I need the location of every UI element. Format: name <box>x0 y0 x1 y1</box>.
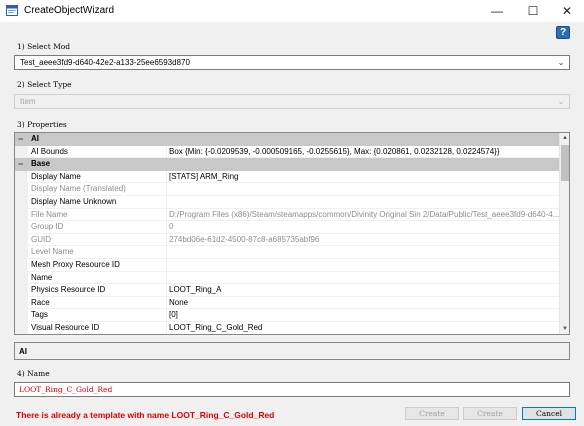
property-name: Display Name (Translated) <box>31 184 126 194</box>
property-value[interactable]: [STATS] ARM_Ring <box>166 170 560 183</box>
app-window-icon <box>6 5 18 16</box>
property-value[interactable] <box>166 195 560 208</box>
property-row[interactable]: Display Name [STATS] ARM_Ring <box>15 170 560 184</box>
property-value[interactable]: LOOT_Ring_A <box>166 284 560 296</box>
property-row-gutter <box>15 221 28 233</box>
property-row[interactable]: Tags [0] <box>15 309 560 322</box>
property-row[interactable]: Mesh Proxy Resource ID <box>15 258 560 272</box>
property-name: Race <box>31 297 50 307</box>
property-row[interactable]: Name <box>15 271 560 285</box>
property-row-gutter <box>15 208 28 221</box>
property-name: GUID <box>31 234 51 244</box>
property-value[interactable]: 0 <box>166 221 560 233</box>
property-value[interactable]: LOOT_Ring_C_Gold_Red <box>166 321 560 334</box>
select-type-label: 2) Select Type <box>17 80 72 89</box>
property-row-gutter <box>15 233 28 246</box>
select-type-value: Item <box>20 97 36 106</box>
property-value[interactable]: [0] <box>166 309 560 321</box>
property-name: Level Name <box>31 247 74 257</box>
name-field-value: LOOT_Ring_C_Gold_Red <box>19 385 113 394</box>
property-name: Display Name <box>31 171 81 181</box>
property-name: Tags <box>31 310 48 320</box>
property-description-panel: AI <box>14 342 570 360</box>
property-row-gutter <box>15 258 28 271</box>
property-value[interactable]: D:/Program Files (x86)/Steam/steamapps/c… <box>166 208 560 221</box>
property-value[interactable]: Box {Min: {-0.0209539, -0.000509165, -0.… <box>166 145 560 158</box>
scroll-up-arrow-icon[interactable]: ▲ <box>560 133 569 143</box>
title-bar: CreateObjectWizard — ☐ ✕ <box>0 0 584 22</box>
collapse-toggle-icon[interactable]: − <box>18 159 23 169</box>
select-type-dropdown[interactable]: Item ⌄ <box>14 94 570 109</box>
property-name: Physics Resource ID <box>31 285 106 295</box>
create-button[interactable]: Create <box>405 407 459 420</box>
property-grid-rows: − AI AI Bounds Box {Min: {-0.0209539, -0.00… <box>15 133 560 334</box>
property-row-gutter <box>15 284 28 296</box>
property-row-gutter <box>15 183 28 195</box>
maximize-button[interactable]: ☐ <box>515 0 551 22</box>
property-value[interactable] <box>166 258 560 271</box>
property-value[interactable]: None <box>166 296 560 309</box>
property-row-gutter <box>15 195 28 208</box>
property-row-gutter <box>15 246 28 258</box>
property-row-gutter <box>15 309 28 321</box>
cancel-button[interactable]: Cancel <box>522 407 576 420</box>
property-name: Display Name Unknown <box>31 196 117 206</box>
error-message: There is already a template with name LO… <box>16 410 275 420</box>
property-value[interactable] <box>166 271 560 284</box>
property-name: File Name <box>31 209 68 219</box>
property-name: Mesh Proxy Resource ID <box>31 259 120 269</box>
property-value[interactable]: 274bd06e-61d2-4500-87c8-a685735abf96 <box>166 233 560 246</box>
select-mod-value: Test_aeee3fd9-d640-42e2-a133-25ee6593d87… <box>20 58 190 67</box>
create-and-open-button[interactable]: Create <box>463 407 517 420</box>
property-name: Group ID <box>31 222 64 232</box>
select-mod-dropdown[interactable]: Test_aeee3fd9-d640-42e2-a133-25ee6593d87… <box>14 55 570 70</box>
property-category-name: Base <box>31 159 51 169</box>
property-row-gutter <box>15 321 28 334</box>
property-description-title: AI <box>19 347 27 356</box>
property-row[interactable]: Group ID 0 <box>15 221 560 234</box>
properties-label: 3) Properties <box>17 120 67 129</box>
close-button[interactable]: ✕ <box>549 0 584 22</box>
property-name: AI Bounds <box>31 146 68 156</box>
property-grid[interactable]: − AI AI Bounds Box {Min: {-0.0209539, -0.00… <box>14 132 570 335</box>
property-row-gutter <box>15 271 28 284</box>
window-title: CreateObjectWizard <box>24 5 115 16</box>
property-name: Visual Resource ID <box>31 322 100 332</box>
property-row[interactable]: Display Name (Translated) <box>15 183 560 196</box>
property-row[interactable]: Level Name <box>15 246 560 259</box>
property-row[interactable]: Race None <box>15 296 560 310</box>
property-category-name: AI <box>31 134 39 143</box>
name-field[interactable]: LOOT_Ring_C_Gold_Red <box>14 382 570 397</box>
select-mod-label: 1) Select Mod <box>17 42 71 51</box>
property-row[interactable]: Visual Resource ID LOOT_Ring_C_Gold_Red <box>15 321 560 334</box>
property-value[interactable] <box>166 183 560 195</box>
chevron-down-icon[interactable]: ⌄ <box>556 96 566 107</box>
property-row-gutter <box>15 296 28 309</box>
minimize-button[interactable]: — <box>479 0 515 22</box>
property-row[interactable]: GUID 274bd06e-61d2-4500-87c8-a685735abf96 <box>15 233 560 247</box>
property-value[interactable] <box>166 246 560 258</box>
property-row[interactable]: AI Bounds Box {Min: {-0.0209539, -0.00050… <box>15 145 560 159</box>
property-row-gutter <box>15 170 28 183</box>
property-category-row[interactable]: − AI <box>15 133 560 146</box>
property-row[interactable]: Display Name Unknown <box>15 195 560 209</box>
chevron-down-icon[interactable]: ⌄ <box>556 57 566 68</box>
property-name: Name <box>31 272 53 282</box>
collapse-toggle-icon[interactable]: − <box>18 134 23 144</box>
property-row-gutter <box>15 145 28 158</box>
name-label: 4) Name <box>17 369 50 378</box>
property-grid-scrollbar[interactable]: ▲ ▼ <box>559 133 569 334</box>
property-category-row[interactable]: − Base <box>15 158 560 171</box>
property-row[interactable]: File Name D:/Program Files (x86)/Steam/st… <box>15 208 560 222</box>
scroll-down-arrow-icon[interactable]: ▼ <box>560 324 569 334</box>
scroll-thumb[interactable] <box>561 145 569 181</box>
property-row[interactable]: Physics Resource ID LOOT_Ring_A <box>15 284 560 297</box>
help-icon[interactable]: ? <box>556 26 570 39</box>
